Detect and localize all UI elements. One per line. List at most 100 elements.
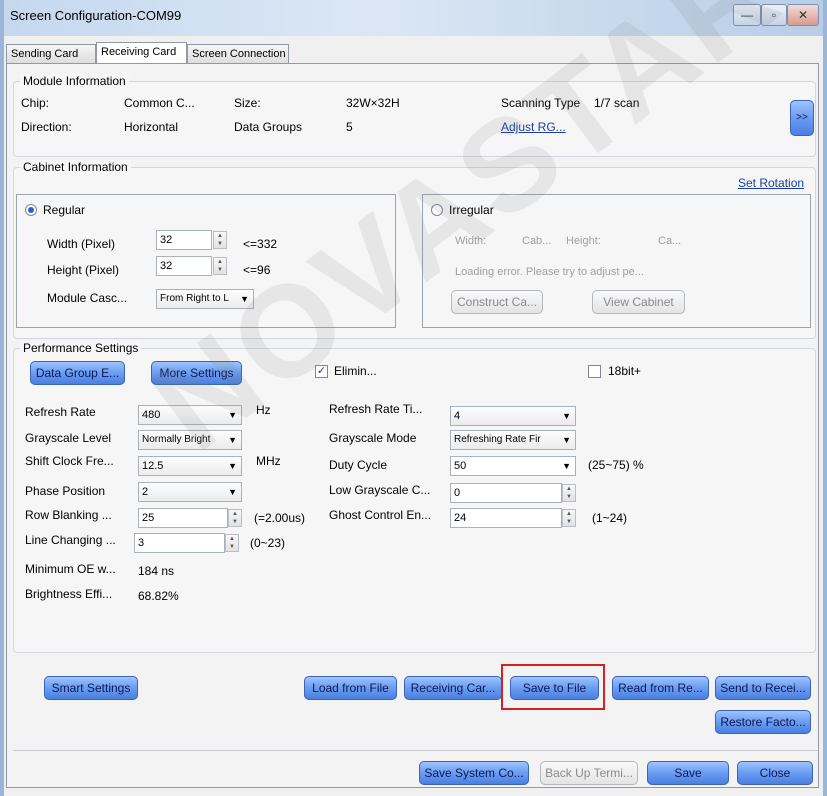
ghost-control-label: Ghost Control En... [329, 508, 432, 522]
grayscale-level-select[interactable]: Normally Bright ▼ [138, 430, 242, 450]
18bit-checkbox[interactable] [588, 365, 601, 378]
irregular-cabinet-box: Irregular Width: Cab... Height: Ca... Lo… [422, 194, 811, 328]
construct-cabinet-button[interactable]: Construct Ca... [451, 290, 543, 314]
save-system-config-button[interactable]: Save System Co... [419, 761, 529, 785]
duty-cycle-select[interactable]: 50 ▼ [450, 456, 576, 476]
tab-sending-card[interactable]: Sending Card [6, 44, 96, 64]
close-button[interactable]: Close [737, 761, 813, 785]
minimize-icon: — [741, 8, 753, 22]
smart-settings-button[interactable]: Smart Settings [44, 676, 138, 700]
chevron-down-icon: ▼ [240, 294, 249, 304]
brightness-efficiency-value: 68.82% [138, 589, 179, 603]
minimize-button[interactable]: — [733, 4, 761, 26]
chip-label: Chip: [21, 96, 50, 110]
refresh-rate-select[interactable]: 480 ▼ [138, 405, 242, 425]
receiving-card-button[interactable]: Receiving Car... [404, 676, 502, 700]
18bit-label: 18bit+ [608, 364, 642, 378]
height-pixel-stepper[interactable]: ▲ ▼ [213, 257, 227, 275]
footer-separator [13, 750, 818, 751]
regular-cabinet-box: Regular Width (Pixel) 32 ▲ ▼ <=332 Height… [16, 194, 396, 328]
module-cascade-value: From Right to L [160, 293, 229, 304]
width-pixel-stepper[interactable]: ▲ ▼ [213, 231, 227, 249]
tab-screen-connection[interactable]: Screen Connection [187, 44, 289, 64]
line-changing-input[interactable]: 3 [134, 533, 225, 553]
receiving-card-panel: Module Information Chip: Common C... Siz… [6, 63, 819, 788]
scanning-type-value: 1/7 scan [594, 96, 640, 110]
low-grayscale-input[interactable]: 0 [450, 483, 562, 503]
grayscale-mode-value: Refreshing Rate Fir [454, 434, 541, 445]
data-group-exchange-button[interactable]: Data Group E... [30, 361, 125, 385]
data-groups-value: 5 [346, 120, 353, 134]
width-pixel-label: Width (Pixel) [47, 237, 116, 251]
refresh-times-select[interactable]: 4 ▼ [450, 406, 576, 426]
chevron-down-icon: ▼ [562, 435, 571, 445]
ghost-control-input[interactable]: 24 [450, 508, 562, 528]
title-bar[interactable]: Screen Configuration-COM99 — ▫ ✕ [4, 0, 823, 36]
chevron-down-icon: ▼ [228, 461, 237, 471]
irregular-cab-text: Cab... [522, 235, 552, 247]
chevron-down-icon: ▼ [562, 461, 571, 471]
size-value: 32W×32H [346, 96, 400, 110]
save-to-file-highlight [501, 664, 605, 710]
chevron-down-icon: ▼ [228, 487, 237, 497]
duty-cycle-range: (25~75) % [588, 458, 644, 472]
set-rotation-link[interactable]: Set Rotation [738, 176, 804, 190]
maximize-button[interactable]: ▫ [761, 4, 787, 26]
brightness-efficiency-label: Brightness Effi... [25, 587, 113, 601]
row-blanking-note: (=2.00us) [254, 511, 306, 525]
height-limit: <=96 [243, 263, 271, 277]
restore-factory-button[interactable]: Restore Facto... [715, 710, 811, 734]
view-cabinet-button[interactable]: View Cabinet [592, 290, 685, 314]
tab-receiving-card[interactable]: Receiving Card [96, 42, 187, 64]
line-changing-stepper[interactable]: ▲ ▼ [225, 534, 239, 552]
save-button[interactable]: Save [647, 761, 729, 785]
refresh-rate-unit: Hz [256, 403, 271, 417]
height-pixel-input[interactable]: 32 [156, 256, 212, 276]
module-more-button[interactable]: >> [790, 100, 814, 136]
chevron-down-icon: ▼ [228, 435, 237, 445]
low-grayscale-stepper[interactable]: ▲ ▼ [562, 484, 576, 502]
duty-cycle-value: 50 [454, 460, 467, 472]
performance-settings-group: Performance Settings Data Group E... Mor… [13, 341, 816, 653]
row-blanking-stepper[interactable]: ▲ ▼ [228, 509, 242, 527]
line-changing-label: Line Changing ... [25, 533, 116, 547]
module-information-title: Module Information [20, 74, 129, 88]
low-grayscale-label: Low Grayscale C... [329, 483, 431, 497]
elimin-label: Elimin... [334, 364, 377, 378]
chip-value: Common C... [124, 96, 195, 110]
row-blanking-input[interactable]: 25 [138, 508, 228, 528]
grayscale-level-label: Grayscale Level [25, 431, 112, 445]
duty-cycle-label: Duty Cycle [329, 458, 388, 472]
ghost-control-range: (1~24) [592, 511, 628, 525]
phase-position-label: Phase Position [25, 484, 106, 498]
height-pixel-label: Height (Pixel) [47, 263, 120, 277]
regular-radio[interactable] [25, 204, 37, 216]
irregular-radio[interactable] [431, 204, 443, 216]
width-limit: <=332 [243, 237, 278, 251]
maximize-icon: ▫ [771, 8, 777, 22]
phase-position-select[interactable]: 2 ▼ [138, 482, 242, 502]
refresh-times-label: Refresh Rate Ti... [329, 402, 423, 416]
grayscale-mode-select[interactable]: Refreshing Rate Fir ▼ [450, 430, 576, 450]
irregular-width-label: Width: [455, 235, 487, 247]
close-window-button[interactable]: ✕ [787, 4, 819, 26]
shift-clock-select[interactable]: 12.5 ▼ [138, 456, 242, 476]
grayscale-mode-label: Grayscale Mode [329, 431, 417, 445]
elimin-checkbox[interactable]: ✓ [315, 365, 328, 378]
row-blanking-label: Row Blanking ... [25, 508, 112, 522]
close-icon: ✕ [797, 8, 809, 22]
back-up-terminal-button[interactable]: Back Up Termi... [540, 761, 638, 785]
ghost-control-stepper[interactable]: ▲ ▼ [562, 509, 576, 527]
send-to-receiving-card-button[interactable]: Send to Recei... [715, 676, 811, 700]
performance-settings-title: Performance Settings [20, 341, 142, 355]
irregular-label: Irregular [449, 203, 494, 217]
width-pixel-input[interactable]: 32 [156, 230, 212, 250]
module-cascade-select[interactable]: From Right to L ▼ [156, 289, 254, 309]
more-settings-button[interactable]: More Settings [151, 361, 242, 385]
load-from-file-button[interactable]: Load from File [304, 676, 397, 700]
adjust-rg-link[interactable]: Adjust RG... [501, 120, 566, 134]
data-groups-label: Data Groups [234, 120, 303, 134]
size-label: Size: [234, 96, 261, 110]
cabinet-information-title: Cabinet Information [20, 160, 131, 174]
read-from-receiving-card-button[interactable]: Read from Re... [612, 676, 709, 700]
